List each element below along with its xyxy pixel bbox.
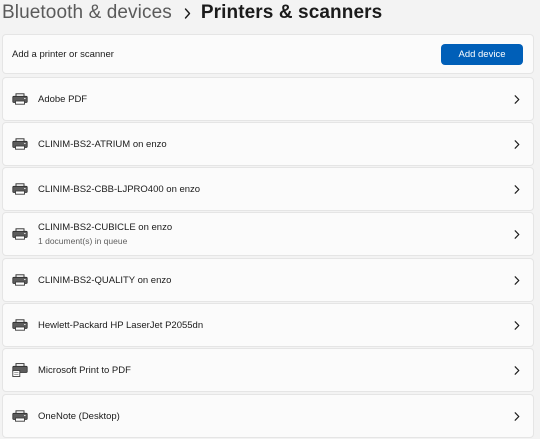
printer-info: CLINIM-BS2-QUALITY on enzo: [38, 275, 171, 286]
printer-name: CLINIM-BS2-CUBICLE on enzo: [38, 222, 173, 233]
printer-row-microsoft-print-to-pdf[interactable]: Microsoft Print to PDF: [2, 348, 534, 392]
printer-info: CLINIM-BS2-CBB-LJPRO400 on enzo: [38, 184, 200, 195]
printer-icon: [12, 410, 28, 422]
add-printer-card: Add a printer or scanner Add device: [2, 34, 534, 74]
printer-queue-status: 1 document(s) in queue: [38, 236, 128, 246]
printer-row-onenote-desktop[interactable]: OneNote (Desktop): [2, 394, 534, 438]
printer-info: Hewlett-Packard HP LaserJet P2055dn: [38, 320, 203, 331]
pdf-printer-icon: [12, 363, 28, 377]
breadcrumb-chevron-icon: [184, 7, 191, 19]
printer-name: Microsoft Print to PDF: [38, 364, 131, 376]
printer-info: OneNote (Desktop): [38, 411, 120, 422]
printer-name: CLINIM-BS2-ATRIUM on enzo: [38, 138, 167, 150]
chevron-right-icon: [513, 411, 520, 421]
chevron-right-icon: [513, 365, 520, 375]
printer-name: Hewlett-Packard HP LaserJet P2055dn: [38, 319, 204, 331]
chevron-right-icon: [513, 229, 520, 239]
printer-name: CLINIM-BS2-CBB-LJPRO400 on enzo: [38, 183, 201, 195]
chevron-right-icon: [513, 139, 520, 149]
printer-info: Adobe PDF: [38, 94, 87, 105]
printer-row-clinim-quality[interactable]: CLINIM-BS2-QUALITY on enzo: [2, 258, 534, 302]
chevron-right-icon: [513, 320, 520, 330]
printer-icon: [12, 319, 28, 331]
add-printer-label: Add a printer or scanner: [12, 48, 114, 60]
printer-name: OneNote (Desktop): [38, 410, 120, 422]
chevron-right-icon: [513, 275, 520, 285]
printer-row-clinim-cbb-ljpro400[interactable]: CLINIM-BS2-CBB-LJPRO400 on enzo: [2, 167, 534, 211]
printer-info: Microsoft Print to PDF: [38, 365, 131, 376]
chevron-right-icon: [513, 184, 520, 194]
printer-row-hp-laserjet[interactable]: Hewlett-Packard HP LaserJet P2055dn: [2, 303, 534, 347]
printer-icon: [12, 183, 28, 195]
add-device-button[interactable]: Add device: [441, 44, 523, 65]
printer-icon: [12, 93, 28, 105]
printer-icon: [12, 228, 28, 240]
printer-icon: [12, 138, 28, 150]
printer-name: Adobe PDF: [38, 93, 88, 105]
printer-name: CLINIM-BS2-QUALITY on enzo: [38, 274, 172, 286]
printer-row-adobe-pdf[interactable]: Adobe PDF: [2, 77, 534, 121]
breadcrumb: Bluetooth & devices Printers & scanners: [0, 0, 540, 26]
printer-icon: [12, 274, 28, 286]
page-title: Printers & scanners: [200, 2, 383, 23]
printer-row-clinim-atrium[interactable]: CLINIM-BS2-ATRIUM on enzo: [2, 122, 534, 166]
printer-info: CLINIM-BS2-CUBICLE on enzo 1 document(s)…: [38, 222, 172, 246]
printer-row-clinim-cubicle[interactable]: CLINIM-BS2-CUBICLE on enzo 1 document(s)…: [2, 212, 534, 256]
breadcrumb-parent-link[interactable]: Bluetooth & devices: [2, 2, 172, 24]
chevron-right-icon: [513, 94, 520, 104]
printer-info: CLINIM-BS2-ATRIUM on enzo: [38, 139, 167, 150]
